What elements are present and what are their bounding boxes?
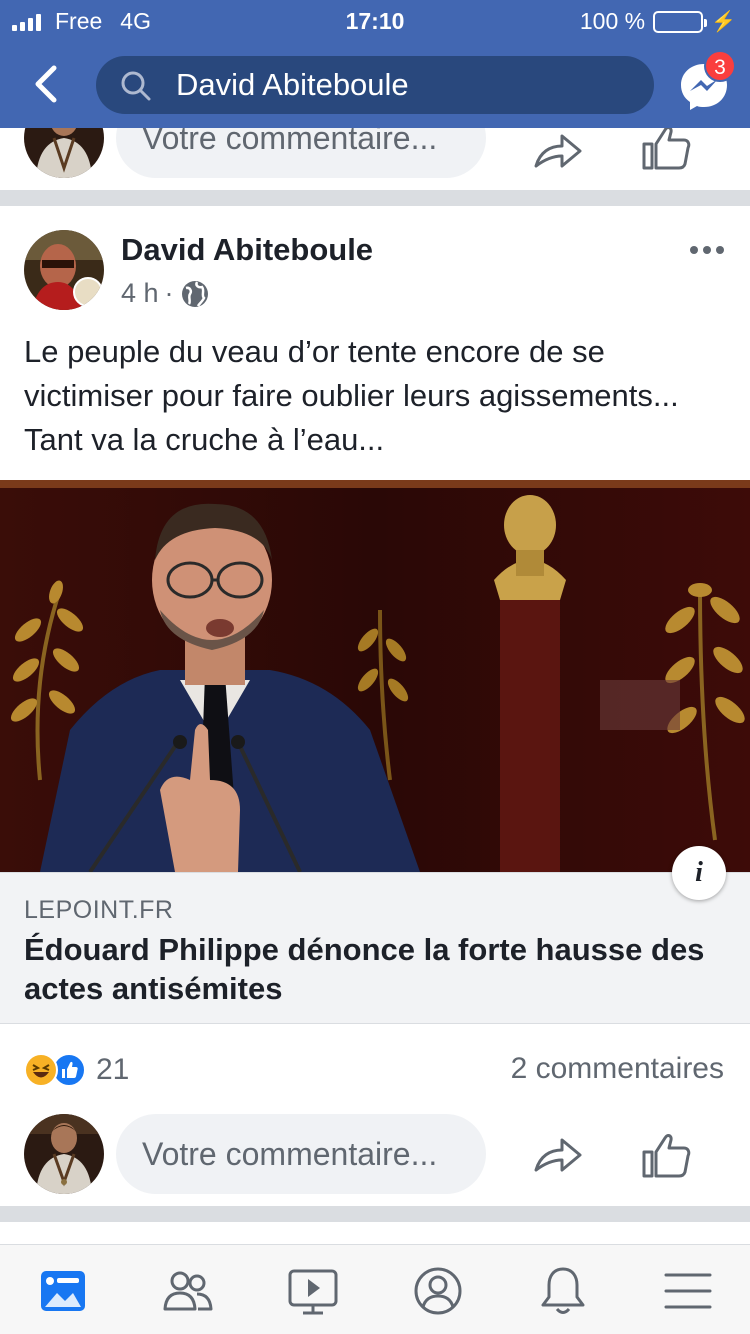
- post-meta: 4 h ·: [121, 278, 210, 309]
- haha-reaction-icon: [24, 1053, 58, 1087]
- status-bar: Free 4G 17:10 100 % ⚡: [0, 0, 750, 40]
- reaction-count: 21: [96, 1053, 130, 1086]
- search-bar[interactable]: [96, 56, 654, 114]
- post-divider: [0, 1206, 750, 1222]
- more-options-icon[interactable]: [690, 238, 730, 262]
- globe-icon: [181, 280, 208, 307]
- previous-post-comment-row: Votre commentaire...: [0, 128, 750, 190]
- info-icon[interactable]: i: [672, 846, 726, 900]
- messenger-badge: 3: [704, 50, 736, 82]
- like-icon[interactable]: [638, 128, 694, 174]
- like-icon[interactable]: [638, 1126, 694, 1182]
- battery-percent: 100 %: [579, 8, 646, 34]
- post-time[interactable]: 4 h: [121, 278, 159, 309]
- watch-tab-icon[interactable]: [285, 1263, 341, 1319]
- search-input[interactable]: [176, 65, 636, 105]
- meta-separator: ·: [164, 278, 174, 308]
- charging-icon: ⚡: [711, 11, 736, 33]
- link-domain: LEPOINT.FR: [24, 896, 174, 924]
- menu-tab-icon[interactable]: [660, 1263, 716, 1319]
- link-title[interactable]: Édouard Philippe dénonce la forte hausse…: [24, 930, 724, 1008]
- reactions-summary[interactable]: 21: [24, 1050, 129, 1090]
- news-feed-tab-icon[interactable]: [35, 1263, 91, 1319]
- notifications-tab-icon[interactable]: [535, 1263, 591, 1319]
- share-icon[interactable]: [530, 128, 586, 178]
- post-divider: [0, 190, 750, 206]
- comment-input[interactable]: Votre commentaire...: [116, 128, 486, 178]
- bottom-tab-bar: [0, 1244, 750, 1334]
- top-header: Free 4G 17:10 100 % ⚡ 3: [0, 0, 750, 128]
- friends-tab-icon[interactable]: [160, 1263, 216, 1319]
- user-avatar[interactable]: [24, 128, 104, 178]
- user-avatar[interactable]: [24, 1114, 104, 1194]
- battery-icon: [653, 10, 708, 33]
- share-icon[interactable]: [530, 1126, 586, 1182]
- back-arrow-icon[interactable]: [28, 64, 64, 104]
- author-avatar[interactable]: [24, 230, 104, 310]
- comment-input[interactable]: Votre commentaire...: [116, 1114, 486, 1194]
- search-icon: [121, 71, 151, 101]
- profile-tab-icon[interactable]: [410, 1263, 466, 1319]
- comments-count[interactable]: 2 commentaires: [511, 1052, 724, 1086]
- post-author[interactable]: David Abiteboule: [121, 232, 373, 268]
- link-preview-image[interactable]: [0, 480, 750, 872]
- post-text: Le peuple du veau d’or tente encore de s…: [24, 334, 679, 457]
